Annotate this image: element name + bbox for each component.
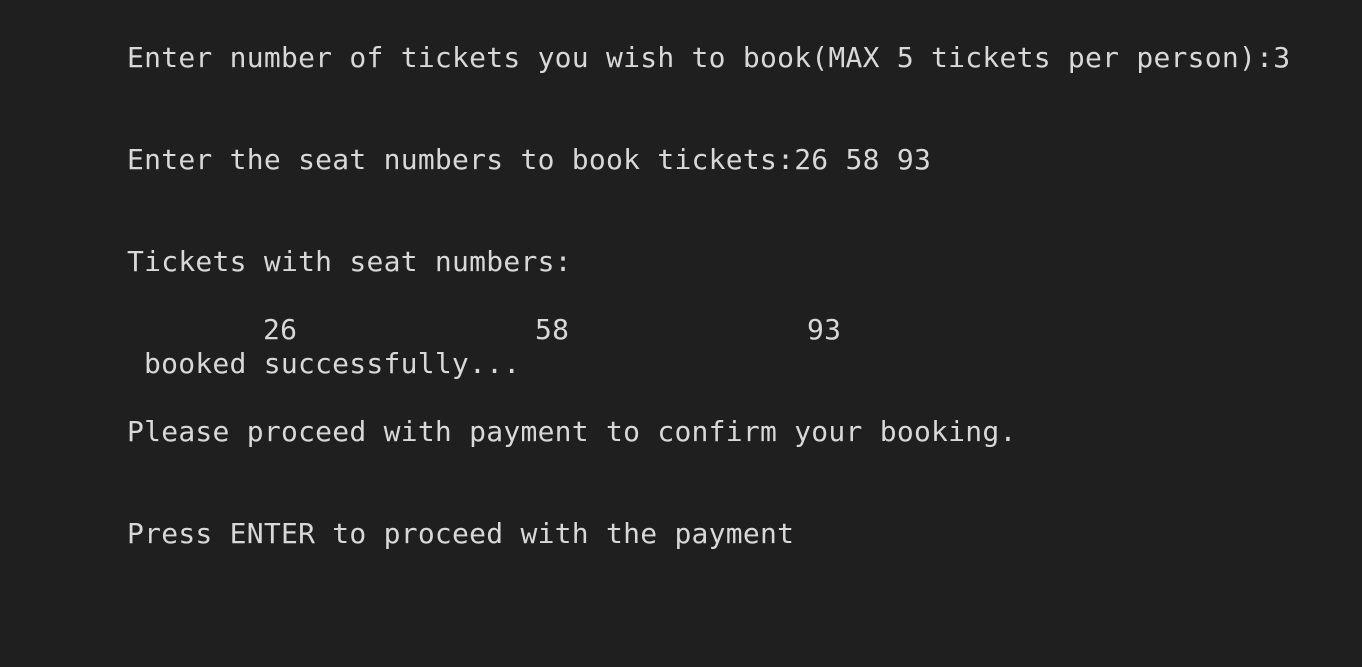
tickets-header: Tickets with seat numbers:	[127, 245, 572, 278]
seat-number: 58	[535, 313, 570, 346]
seat-number: 26	[263, 313, 298, 346]
enter-prompt: Press ENTER to proceed with the payment	[127, 517, 795, 550]
seat-numbers-prompt: Enter the seat numbers to book tickets:2…	[127, 143, 932, 176]
booked-success-message: booked successfully...	[144, 347, 521, 380]
tickets-count-prompt: Enter number of tickets you wish to book…	[127, 41, 1291, 74]
terminal-window[interactable]: Enter number of tickets you wish to book…	[0, 0, 1362, 667]
payment-notice: Please proceed with payment to confirm y…	[127, 415, 1017, 448]
seat-number: 93	[807, 313, 842, 346]
